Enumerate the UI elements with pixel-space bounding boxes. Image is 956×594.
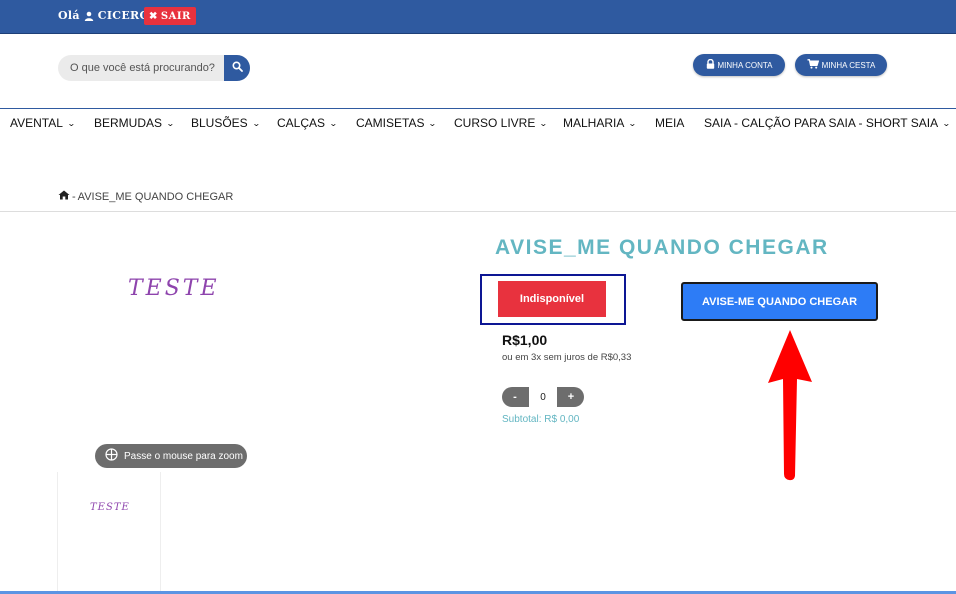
product-thumbnail[interactable]: TESTE (57, 472, 161, 594)
my-basket-label: MINHA CESTA (821, 60, 876, 70)
category-menu: AVENTAL ⌄ BERMUDAS ⌄ BLUSÕES ⌄ CALÇAS ⌄ CAMI… (0, 108, 956, 136)
notify-me-button[interactable]: AVISE-ME QUANDO CHEGAR (681, 282, 878, 321)
close-icon: ✖ (149, 10, 158, 22)
quantity-stepper: - + (502, 387, 584, 407)
my-basket-button[interactable]: MINHA CESTA (795, 54, 887, 76)
annotation-arrow-icon (768, 330, 812, 481)
chevron-down-icon: ⌄ (166, 118, 175, 128)
menu-item-malharia[interactable]: MALHARIA ⌄ (563, 116, 638, 130)
my-account-label: MINHA CONTA (717, 60, 773, 70)
quantity-input[interactable] (529, 387, 557, 407)
my-account-button[interactable]: MINHA CONTA (693, 54, 785, 76)
chevron-down-icon: ⌄ (329, 118, 338, 128)
crosshair-icon (105, 448, 118, 464)
chevron-down-icon: ⌄ (66, 118, 76, 128)
product-price: R$1,00 (502, 332, 548, 348)
zoom-hint: Passe o mouse para zoom (95, 444, 247, 468)
breadcrumb: - AVISE_ME QUANDO CHEGAR (58, 190, 233, 203)
menu-item-bermudas[interactable]: BERMUDAS ⌄ (94, 116, 175, 130)
menu-item-label: CALÇAS (277, 116, 326, 130)
menu-item-meia[interactable]: MEIA (655, 116, 684, 130)
unavailable-badge: Indisponível (498, 281, 606, 317)
menu-item-label: AVENTAL (10, 116, 63, 130)
home-icon[interactable] (58, 190, 70, 203)
menu-item-avental[interactable]: AVENTAL ⌄ (10, 116, 76, 130)
menu-item-label: BERMUDAS (94, 116, 163, 130)
greeting-prefix: Olá (58, 9, 80, 22)
menu-item-label: MEIA (655, 116, 685, 130)
menu-item-label: MALHARIA (563, 116, 625, 130)
search-bar (58, 55, 250, 81)
menu-item-saia[interactable]: SAIA - CALÇÃO PARA SAIA - SHORT SAIA ⌄ (704, 116, 951, 130)
logout-label: SAIR (160, 10, 191, 22)
product-title: AVISE_ME QUANDO CHEGAR (495, 236, 829, 259)
menu-item-label: CAMISETAS (356, 116, 425, 130)
menu-item-label: BLUSÕES (191, 116, 248, 130)
search-icon (231, 59, 243, 77)
menu-item-camisetas[interactable]: CAMISETAS ⌄ (356, 116, 438, 130)
menu-item-blusoes[interactable]: BLUSÕES ⌄ (191, 116, 261, 130)
subtotal: Subtotal: R$ 0,00 (502, 414, 580, 425)
increase-quantity-button[interactable]: + (558, 387, 584, 407)
thumbnail-text: TESTE (90, 502, 130, 513)
search-button[interactable] (224, 55, 250, 81)
breadcrumb-current: AVISE_ME QUANDO CHEGAR (77, 190, 234, 203)
menu-item-calcas[interactable]: CALÇAS ⌄ (277, 116, 338, 130)
search-input[interactable] (70, 55, 230, 81)
menu-item-label: CURSO LIVRE (454, 116, 536, 130)
cart-icon (807, 59, 819, 71)
user-icon (84, 11, 94, 21)
greeting: Olá CICERO (58, 9, 149, 22)
zoom-hint-label: Passe o mouse para zoom (124, 450, 243, 462)
breadcrumb-separator: - (72, 190, 76, 203)
chevron-down-icon: ⌄ (251, 118, 261, 128)
chevron-down-icon: ⌄ (942, 118, 951, 128)
divider (0, 211, 956, 212)
product-main-image[interactable]: TESTE (128, 276, 220, 301)
top-bar: Olá CICERO ✖ SAIR (0, 0, 956, 34)
logout-button[interactable]: ✖ SAIR (144, 7, 196, 25)
chevron-down-icon: ⌄ (428, 118, 438, 128)
installments-text: ou em 3x sem juros de R$0,33 (502, 352, 632, 363)
lock-icon (706, 58, 715, 71)
chevron-down-icon: ⌄ (539, 118, 549, 128)
username: CICERO (97, 9, 150, 22)
menu-item-label: SAIA - CALÇÃO PARA SAIA - SHORT SAIA (704, 116, 939, 130)
chevron-down-icon: ⌄ (628, 118, 638, 128)
menu-item-curso-livre[interactable]: CURSO LIVRE ⌄ (454, 116, 549, 130)
decrease-quantity-button[interactable]: - (502, 387, 528, 407)
